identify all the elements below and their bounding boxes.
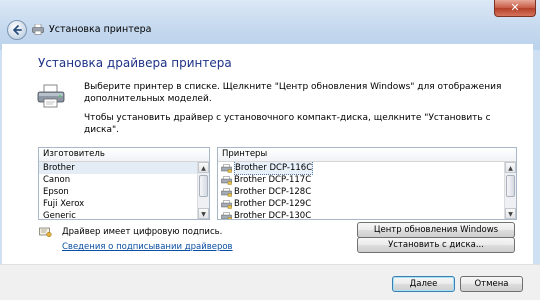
printer-name: Brother DCP-130C xyxy=(234,211,312,219)
signed-driver-icon xyxy=(39,227,52,238)
printer-icon xyxy=(221,211,232,219)
printer-icon xyxy=(221,199,232,209)
printer-icon xyxy=(221,163,232,173)
back-arrow-icon xyxy=(13,25,22,35)
printer-column-header[interactable]: Принтеры xyxy=(218,148,516,162)
windows-update-button[interactable]: Центр обновления Windows xyxy=(357,222,515,238)
scroll-thumb[interactable] xyxy=(199,175,208,197)
have-disk-button[interactable]: Установить с диска... xyxy=(357,237,515,253)
printer-items: Brother DCP-116C Brother DCP-117C Brothe… xyxy=(218,162,504,219)
list-item[interactable]: Brother DCP-117C xyxy=(218,174,504,186)
list-item[interactable]: Brother DCP-128C xyxy=(218,186,504,198)
close-button[interactable]: ✕ xyxy=(494,0,536,17)
title-bar: Установка принтера ✕ xyxy=(0,0,540,50)
instruction-text-1: Выберите принтер в списке. Щелкните "Цен… xyxy=(84,82,502,104)
manufacturer-items: Brother Canon Epson Fuji Xerox Generic xyxy=(39,162,197,219)
list-item[interactable]: Brother DCP-116C xyxy=(218,162,504,175)
window-title: Установка принтера xyxy=(49,24,152,35)
list-item[interactable]: Epson xyxy=(39,186,197,198)
scroll-down-icon[interactable]: ▼ xyxy=(198,208,209,219)
list-item[interactable]: Fuji Xerox xyxy=(39,198,197,210)
printer-list[interactable]: Принтеры Brother DCP-116C Brother DCP-11… xyxy=(217,147,517,220)
list-item[interactable]: Brother DCP-129C xyxy=(218,198,504,210)
cancel-button[interactable]: Отмена xyxy=(460,276,523,292)
scroll-up-icon[interactable]: ▲ xyxy=(505,162,516,173)
printer-scrollbar[interactable]: ▲ ▼ xyxy=(504,162,516,219)
list-item[interactable]: Canon xyxy=(39,174,197,186)
scroll-down-icon[interactable]: ▼ xyxy=(505,208,516,219)
manufacturer-column-header[interactable]: Изготовитель xyxy=(39,148,209,162)
back-button[interactable] xyxy=(7,20,27,40)
printer-name: Brother DCP-129C xyxy=(234,199,312,209)
footer-bar xyxy=(0,264,540,300)
printer-name: Brother DCP-117C xyxy=(234,175,312,185)
list-item[interactable]: Brother xyxy=(39,162,197,174)
signature-status: Драйвер имеет цифровую подпись. xyxy=(62,227,223,237)
driver-signing-link[interactable]: Сведения о подписывании драйверов xyxy=(62,242,233,252)
scroll-up-icon[interactable]: ▲ xyxy=(198,162,209,173)
printer-icon xyxy=(32,24,44,35)
manufacturer-scrollbar[interactable]: ▲ ▼ xyxy=(197,162,209,219)
next-button[interactable]: Далее xyxy=(392,276,455,292)
printer-icon xyxy=(221,175,232,185)
list-item[interactable]: Generic xyxy=(39,210,197,219)
page-title: Установка драйвера принтера xyxy=(38,56,232,70)
instruction-text-2: Чтобы установить драйвер с установочного… xyxy=(84,113,491,135)
printer-name: Brother DCP-128C xyxy=(234,187,312,197)
list-item[interactable]: Brother DCP-130C xyxy=(218,210,504,219)
printer-icon xyxy=(221,187,232,197)
scroll-thumb[interactable] xyxy=(506,175,515,197)
printer-large-icon xyxy=(37,84,65,108)
manufacturer-list[interactable]: Изготовитель Brother Canon Epson Fuji Xe… xyxy=(38,147,210,220)
